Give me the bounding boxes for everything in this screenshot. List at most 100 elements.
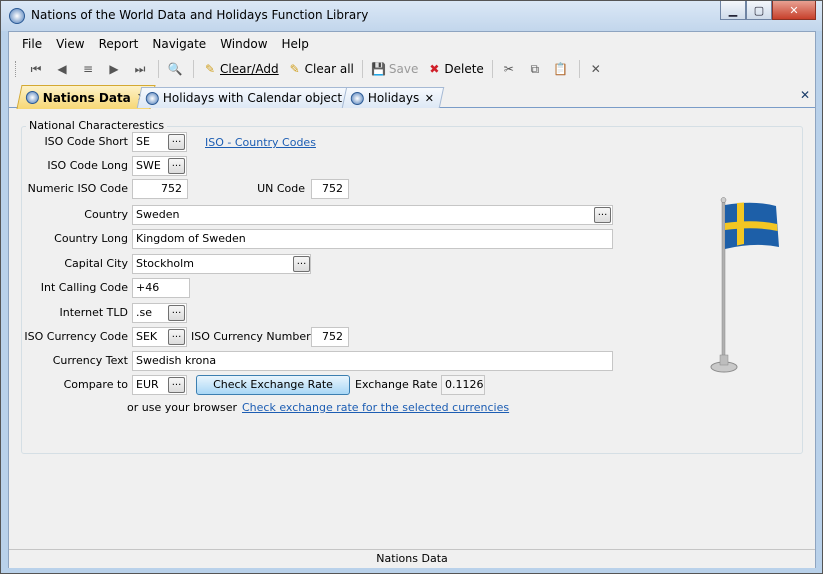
copy-icon: ⧉	[530, 61, 540, 76]
next-record-button[interactable]: ▶	[102, 59, 128, 79]
menu-navigate[interactable]: Navigate	[145, 37, 213, 51]
menu-bar: File View Report Navigate Window Help	[9, 32, 815, 56]
toolbar-separator	[361, 60, 363, 78]
clear-all-icon: ✎	[289, 62, 300, 76]
numeric-iso-code-field[interactable]: 752	[132, 179, 188, 199]
prev-icon: ◀	[57, 62, 67, 76]
check-exchange-rate-link[interactable]: Check exchange rate for the selected cur…	[242, 401, 509, 414]
tab-holidays[interactable]: Holidays ✕	[341, 87, 444, 108]
prev-record-button[interactable]: ◀	[50, 59, 76, 79]
document-tabs: Nations Data ✕ Holidays with Calendar ob…	[9, 84, 815, 109]
window-title: Nations of the World Data and Holidays F…	[31, 8, 369, 22]
currency-text-field[interactable]: Swedish krona	[132, 351, 613, 371]
iso-code-long-picker-button[interactable]: ...	[168, 158, 185, 174]
menu-window[interactable]: Window	[213, 37, 274, 51]
cut-button[interactable]: ✂	[497, 59, 523, 79]
iso-country-codes-link[interactable]: ISO - Country Codes	[205, 136, 316, 149]
iso-currency-code-label: ISO Currency Code	[24, 330, 128, 343]
capital-city-picker-button[interactable]: ...	[293, 256, 310, 272]
toolbar-separator	[491, 60, 493, 78]
exchange-rate-label: Exchange Rate	[355, 378, 438, 391]
maximize-button[interactable]: ▢	[746, 1, 772, 20]
first-record-button[interactable]: ⏮	[24, 59, 50, 79]
iso-currency-code-picker-button[interactable]: ...	[168, 329, 185, 345]
capital-city-field[interactable]: Stockholm	[132, 254, 311, 274]
last-record-button[interactable]: ⏭	[128, 59, 154, 79]
paste-icon: 📋	[553, 62, 569, 76]
window-controls: ▁ ▢ ✕	[720, 1, 816, 21]
menu-help[interactable]: Help	[275, 37, 316, 51]
country-long-field[interactable]: Kingdom of Sweden	[132, 229, 613, 249]
app-window: Nations of the World Data and Holidays F…	[0, 0, 823, 574]
next-icon: ▶	[109, 62, 119, 76]
flag-pole	[721, 198, 726, 358]
minimize-button[interactable]: ▁	[720, 1, 746, 20]
tab-label: Nations Data	[42, 90, 131, 105]
country-picker-button[interactable]: ...	[594, 207, 611, 223]
un-code-field[interactable]: 752	[311, 179, 349, 199]
swedish-flag-image	[710, 197, 779, 373]
currency-text-label: Currency Text	[52, 354, 128, 367]
search-button[interactable]: 🔍	[163, 59, 189, 79]
status-bar: Nations Data	[9, 549, 815, 568]
globe-icon	[350, 91, 364, 105]
globe-icon	[145, 91, 159, 105]
internet-tld-label: Internet TLD	[59, 306, 129, 319]
compare-to-label: Compare to	[63, 378, 128, 391]
delete-icon: ✖	[429, 62, 440, 76]
menu-file[interactable]: File	[15, 37, 49, 51]
clear-all-label: Clear all	[304, 62, 354, 76]
search-icon: 🔍	[167, 62, 183, 76]
last-icon: ⏭	[134, 61, 146, 76]
first-icon: ⏮	[30, 61, 42, 76]
toolbar-separator	[193, 60, 194, 78]
clear-add-icon: ✎	[204, 62, 216, 76]
int-calling-code-field[interactable]: +46	[132, 278, 190, 298]
country-field[interactable]: Sweden	[132, 205, 613, 225]
list-button[interactable]: ≡	[76, 59, 102, 79]
internet-tld-picker-button[interactable]: ...	[168, 305, 185, 321]
tab-nations-data[interactable]: Nations Data ✕	[16, 85, 156, 109]
tab-close-icon[interactable]: ✕	[425, 92, 434, 105]
cancel-icon: ✕	[590, 62, 601, 76]
toolbar-separator	[158, 60, 159, 78]
un-code-label: UN Code	[257, 182, 305, 195]
exchange-rate-field: 0.1126	[441, 375, 485, 395]
paste-button[interactable]: 📋	[549, 59, 575, 79]
pole-base-neck	[719, 354, 729, 366]
browser-hint-text: or use your browser	[127, 401, 237, 414]
tab-holidays-calendar[interactable]: Holidays with Calendar object ✕	[136, 87, 367, 108]
clear-all-button[interactable]: ✎ Clear all	[283, 59, 358, 79]
iso-code-long-label: ISO Code Long	[47, 159, 128, 172]
pole-finial	[720, 197, 727, 203]
check-exchange-rate-button[interactable]: Check Exchange Rate	[196, 375, 350, 395]
menu-view[interactable]: View	[49, 37, 91, 51]
country-label: Country	[84, 208, 128, 221]
close-button[interactable]: ✕	[772, 1, 816, 20]
toolbar: ⏮ ◀ ≡ ▶ ⏭ 🔍 ✎ Clear/Add ✎ Clear all 💾 Save …	[9, 57, 815, 81]
int-calling-code-label: Int Calling Code	[40, 281, 128, 294]
delete-button[interactable]: ✖ Delete	[422, 59, 487, 79]
save-label: Save	[388, 62, 419, 76]
iso-code-short-picker-button[interactable]: ...	[168, 134, 185, 150]
cut-icon: ✂	[503, 62, 514, 76]
title-bar[interactable]: Nations of the World Data and Holidays F…	[1, 1, 822, 31]
tab-label: Holidays with Calendar object	[162, 91, 343, 105]
numeric-iso-code-label: Numeric ISO Code	[27, 182, 128, 195]
toolbar-separator	[578, 60, 580, 78]
globe-icon	[9, 8, 25, 24]
capital-city-label: Capital City	[64, 257, 128, 270]
clear-add-button[interactable]: ✎ Clear/Add	[198, 59, 283, 79]
compare-to-picker-button[interactable]: ...	[168, 377, 185, 393]
toolbar-grip[interactable]	[15, 61, 18, 77]
country-long-label: Country Long	[54, 232, 128, 245]
save-icon: 💾	[371, 62, 387, 76]
save-button[interactable]: 💾 Save	[367, 59, 422, 79]
copy-button[interactable]: ⧉	[523, 59, 549, 79]
list-icon: ≡	[82, 62, 94, 76]
cancel-button[interactable]: ✕	[584, 59, 610, 79]
menu-report[interactable]: Report	[92, 37, 146, 51]
close-document-icon[interactable]: ✕	[800, 88, 810, 102]
globe-icon	[25, 91, 39, 104]
iso-currency-number-field[interactable]: 752	[311, 327, 349, 347]
